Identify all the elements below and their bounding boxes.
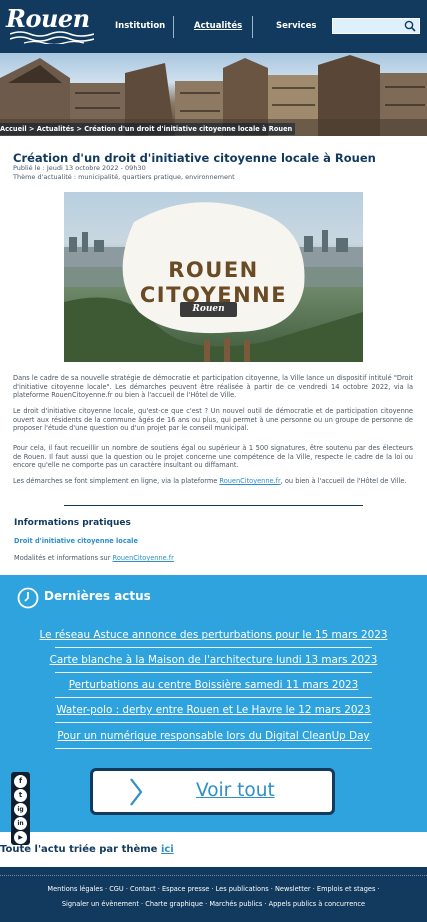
nav-institution[interactable]: Institution [115, 21, 165, 31]
paragraph-text: Les démarches se font simplement en lign… [13, 477, 220, 485]
rouencitoyenne-link[interactable]: RouenCitoyenne.fr [113, 554, 174, 562]
badge-title-line1: ROUEN [168, 258, 259, 282]
nav-divider [252, 16, 253, 38]
all-news-by-theme: Toute l'actu triée par thème ici [0, 844, 174, 855]
news-divider [55, 722, 372, 723]
chevron-right-icon [130, 778, 143, 806]
news-link[interactable]: Water-polo : derby entre Rouen et Le Hav… [0, 704, 427, 716]
nav-divider [173, 16, 174, 38]
article-paragraph: Le droit d'initiative citoyenne locale, … [13, 407, 413, 433]
paragraph-text: , ou bien à l'accueil de l'Hôtel de Vill… [280, 477, 407, 485]
news-link[interactable]: Pour un numérique responsable lors du Di… [0, 730, 427, 742]
hero-banner-image: Accueil > Actualités > Création d'un dro… [0, 53, 427, 136]
droit-initiative-link[interactable]: Droit d'initiative citoyenne locale [14, 537, 138, 545]
article-theme: Thème d'actualité : municipalité, quarti… [13, 173, 235, 181]
search-input[interactable] [332, 18, 420, 34]
instagram-icon[interactable]: ig [14, 803, 27, 816]
section-divider [64, 505, 363, 506]
info-modalites: Modalités et informations sur RouenCitoy… [14, 554, 174, 562]
search-icon[interactable] [404, 20, 416, 32]
facebook-icon[interactable]: f [14, 775, 27, 788]
badge-logo: Rouen [180, 302, 237, 317]
news-heading: Dernières actus [44, 589, 151, 603]
logo-waves-icon [10, 31, 94, 44]
news-divider [55, 647, 372, 648]
nav-services[interactable]: Services [276, 21, 316, 31]
twitter-icon[interactable]: t [14, 789, 27, 802]
publish-date: Publié le : Jeudi 13 octobre 2022 - 09h3… [13, 164, 146, 172]
logo-wordmark: Rouen [6, 4, 90, 33]
site-header: Rouen Institution Actualités Services [0, 0, 427, 53]
footer-links-row[interactable]: Signaler un évènement · Charte graphique… [0, 900, 427, 908]
page-title: Création d'un droit d'initiative citoyen… [13, 151, 376, 165]
breadcrumb[interactable]: Accueil > Actualités > Création d'un dro… [0, 123, 296, 135]
news-divider [55, 697, 372, 698]
voir-tout-button[interactable]: Voir tout [90, 768, 335, 815]
rouencitoyenne-link[interactable]: RouenCitoyenne.fr [219, 477, 280, 485]
all-news-text: Toute l'actu triée par thème [0, 844, 161, 855]
voir-tout-label: Voir tout [196, 780, 275, 801]
youtube-icon[interactable]: ▶ [14, 831, 27, 844]
clock-icon [17, 587, 39, 609]
all-news-link[interactable]: ici [161, 844, 174, 855]
footer-links-row[interactable]: Mentions légales · CGU · Contact · Espac… [0, 885, 427, 893]
footer-divider [0, 875, 427, 877]
news-link[interactable]: Carte blanche à la Maison de l'architect… [0, 654, 427, 666]
info-heading: Informations pratiques [14, 518, 131, 528]
site-footer: Mentions légales · CGU · Contact · Espac… [0, 867, 427, 922]
article-paragraph: Dans le cadre de sa nouvelle stratégie d… [13, 374, 413, 400]
rouen-logo[interactable]: Rouen [6, 6, 94, 46]
latest-news-section: Dernières actus Le réseau Astuce annonce… [0, 575, 427, 845]
article-paragraph: Pour cela, il faut recueillir un nombre … [13, 444, 413, 470]
social-links-bar: f t ig in ▶ [11, 772, 30, 845]
news-link[interactable]: Le réseau Astuce annonce des perturbatio… [0, 629, 427, 641]
article-paragraph: Les démarches se font simplement en lign… [13, 477, 413, 486]
nav-actualites[interactable]: Actualités [194, 21, 242, 31]
news-divider [55, 672, 372, 673]
modalites-text: Modalités et informations sur [14, 554, 113, 562]
news-divider [55, 748, 372, 749]
linkedin-icon[interactable]: in [14, 817, 27, 830]
news-link[interactable]: Perturbations au centre Boissière samedi… [0, 679, 427, 691]
